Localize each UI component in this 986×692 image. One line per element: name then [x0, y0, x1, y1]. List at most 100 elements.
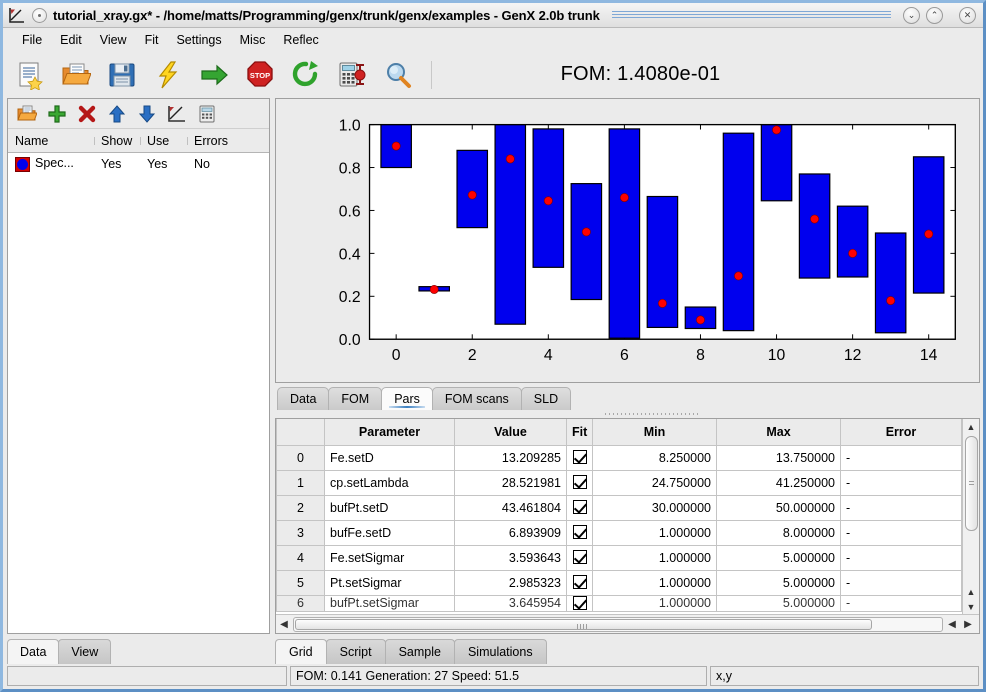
parameter-name-cell[interactable]: bufFe.setD [324, 519, 455, 546]
new-document-icon[interactable] [13, 58, 47, 92]
column-header-index[interactable] [276, 419, 325, 446]
menu-settings[interactable]: Settings [167, 31, 230, 49]
parameter-value-cell[interactable]: 2.985323 [454, 569, 567, 596]
fit-checkbox-cell[interactable] [566, 544, 593, 571]
minimize-button[interactable]: ⌄ [903, 6, 920, 24]
fit-checkbox-cell[interactable] [566, 494, 593, 521]
dataset-use-cell[interactable]: Yes [140, 157, 187, 171]
parameter-name-cell[interactable]: bufPt.setD [324, 494, 455, 521]
tab-plot-pars[interactable]: Pars [381, 387, 433, 410]
parameter-error-cell[interactable]: - [840, 494, 962, 521]
zoom-magnifier-icon[interactable] [381, 58, 415, 92]
grid-horizontal-scrollbar[interactable]: ◀ ◀ ▶ [276, 614, 979, 633]
stop-fit-icon[interactable]: STOP [243, 58, 277, 92]
fit-checkbox[interactable] [572, 575, 587, 589]
parameter-name-cell[interactable]: Pt.setSigmar [324, 569, 455, 596]
fit-checkbox-cell[interactable] [566, 569, 593, 596]
restart-fit-icon[interactable] [289, 58, 323, 92]
tab-sample[interactable]: Sample [384, 639, 455, 664]
open-dataset-icon[interactable] [16, 103, 38, 125]
tab-plot-data[interactable]: Data [277, 387, 330, 410]
add-dataset-icon[interactable] [46, 103, 68, 125]
open-folder-icon[interactable] [59, 58, 93, 92]
menu-file[interactable]: File [13, 31, 51, 49]
hscroll-track[interactable] [293, 616, 943, 632]
fit-checkbox[interactable] [572, 596, 587, 610]
fit-checkbox-cell[interactable] [566, 519, 593, 546]
start-fit-arrow-icon[interactable] [197, 58, 231, 92]
dataset-color-swatch-icon[interactable] [15, 157, 30, 172]
parameter-max-cell[interactable]: 41.250000 [716, 469, 841, 496]
parameter-name-cell[interactable]: Fe.setSigmar [324, 544, 455, 571]
table-row[interactable]: 0 Fe.setD 13.209285 8.250000 13.750000- [276, 444, 962, 471]
parameter-max-cell[interactable]: 8.000000 [716, 519, 841, 546]
parameter-min-cell[interactable]: 1.000000 [592, 594, 717, 612]
window-menu-icon[interactable] [32, 7, 47, 23]
column-header-use[interactable]: Use [140, 134, 187, 148]
move-up-icon[interactable] [106, 103, 128, 125]
grid-vertical-scrollbar[interactable]: ▲ ▲ ▼ [962, 419, 979, 614]
delete-dataset-icon[interactable] [76, 103, 98, 125]
hscroll-thumb[interactable] [295, 618, 872, 630]
parameter-error-cell[interactable]: - [840, 569, 962, 596]
parameter-value-cell[interactable]: 28.521981 [454, 469, 567, 496]
column-header-max[interactable]: Max [716, 419, 841, 446]
scroll-left-secondary-icon[interactable]: ◀ [944, 619, 960, 630]
table-row[interactable]: 1 cp.setLambda 28.521981 24.750000 41.250000… [276, 469, 962, 496]
parameter-max-cell[interactable]: 5.000000 [716, 594, 841, 612]
tab-script[interactable]: Script [325, 639, 386, 664]
parameter-name-cell[interactable]: cp.setLambda [324, 469, 455, 496]
column-header-errors[interactable]: Errors [187, 134, 247, 148]
scroll-down-icon[interactable]: ▼ [962, 599, 979, 614]
calculations-icon[interactable] [196, 103, 218, 125]
parameter-error-cell[interactable]: - [840, 544, 962, 571]
parameter-name-cell[interactable]: Fe.setD [324, 444, 455, 471]
fit-checkbox[interactable] [572, 550, 587, 564]
fit-checkbox-cell[interactable] [566, 444, 593, 471]
parameter-max-cell[interactable]: 5.000000 [716, 569, 841, 596]
parameter-value-cell[interactable]: 3.645954 [454, 594, 567, 612]
tab-view[interactable]: View [58, 639, 112, 664]
simulate-lightning-icon[interactable] [151, 58, 185, 92]
tab-plot-fom[interactable]: FOM [328, 387, 383, 410]
parameter-value-cell[interactable]: 13.209285 [454, 444, 567, 471]
calculator-error-icon[interactable] [335, 58, 369, 92]
table-row[interactable]: 4 Fe.setSigmar 3.593643 1.000000 5.000000- [276, 544, 962, 571]
column-header-name[interactable]: Name [8, 134, 94, 148]
maximize-button[interactable]: ⌃ [926, 6, 943, 24]
tab-grid[interactable]: Grid [275, 639, 327, 664]
parameter-min-cell[interactable]: 30.000000 [592, 494, 717, 521]
tab-data[interactable]: Data [7, 639, 60, 664]
column-header-show[interactable]: Show [94, 134, 140, 148]
parameter-value-cell[interactable]: 6.893909 [454, 519, 567, 546]
tab-simulations[interactable]: Simulations [453, 639, 547, 664]
move-down-icon[interactable] [136, 103, 158, 125]
fit-checkbox[interactable] [572, 525, 587, 539]
parameter-error-cell[interactable]: - [840, 469, 962, 496]
scroll-up-secondary-icon[interactable]: ▲ [962, 584, 979, 599]
menu-reflec[interactable]: Reflec [274, 31, 327, 49]
scroll-up-icon[interactable]: ▲ [962, 419, 979, 434]
parameter-value-cell[interactable]: 43.461804 [454, 494, 567, 521]
fit-checkbox[interactable] [572, 500, 587, 514]
table-row[interactable]: 3 bufFe.setD 6.893909 1.000000 8.000000- [276, 519, 962, 546]
list-item[interactable]: Spec... Yes Yes No [8, 153, 269, 175]
panel-splitter[interactable] [275, 410, 980, 418]
column-header-error[interactable]: Error [840, 419, 962, 446]
menu-view[interactable]: View [91, 31, 136, 49]
parameter-value-cell[interactable]: 3.593643 [454, 544, 567, 571]
parameter-min-cell[interactable]: 1.000000 [592, 544, 717, 571]
close-button[interactable]: ✕ [959, 6, 976, 24]
fit-checkbox-cell[interactable] [566, 469, 593, 496]
parameter-plot-panel[interactable]: 0.0 0.2 0.4 0.6 0.8 1.0 0 2 4 6 8 10 12 14 [275, 98, 980, 383]
menu-misc[interactable]: Misc [231, 31, 275, 49]
menu-edit[interactable]: Edit [51, 31, 91, 49]
parameter-max-cell[interactable]: 50.000000 [716, 494, 841, 521]
scroll-thumb[interactable] [964, 436, 978, 531]
column-header-fit[interactable]: Fit [566, 419, 593, 446]
parameter-error-cell[interactable]: - [840, 594, 962, 612]
parameter-max-cell[interactable]: 5.000000 [716, 544, 841, 571]
parameter-min-cell[interactable]: 1.000000 [592, 519, 717, 546]
table-row[interactable]: 6 bufPt.setSigmar 3.645954 1.000000 5.000000… [276, 594, 962, 612]
parameter-name-cell[interactable]: bufPt.setSigmar [324, 594, 455, 612]
